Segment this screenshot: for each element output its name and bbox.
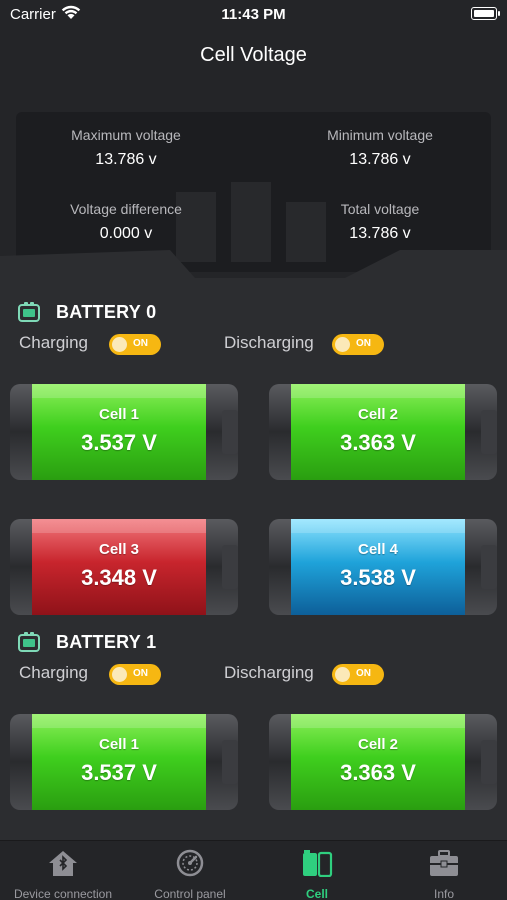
- battery-0-cell-3: Cell 3 3.348 V: [10, 517, 239, 617]
- discharging-label: Discharging: [224, 663, 314, 682]
- page-title: Cell Voltage: [200, 44, 307, 66]
- battery-0-name: BATTERY 0: [56, 301, 157, 322]
- min-voltage-value: 13.786 v: [349, 151, 411, 168]
- cell-voltage: 3.363 V: [340, 430, 416, 455]
- cell-name: Cell 1: [98, 736, 140, 753]
- battery-1-header: BATTERY 1: [18, 630, 156, 654]
- total-voltage-value: 13.786 v: [349, 225, 411, 242]
- tab-label: Info: [433, 887, 454, 900]
- battery-pack-icon: [18, 632, 40, 652]
- max-voltage-label: Maximum voltage: [71, 127, 181, 143]
- cell-name: Cell 3: [98, 541, 140, 558]
- cell-name: Cell 2: [357, 736, 399, 753]
- battery-0-cell-4: Cell 4 3.538 V: [269, 517, 498, 617]
- voltage-difference-stat: Voltage difference 0.000 v: [26, 201, 226, 243]
- status-time: 11:43 PM: [221, 6, 286, 23]
- toggle-knob: [112, 337, 127, 352]
- battery-1-cell-2: Cell 2 3.363 V: [269, 712, 498, 812]
- cell-voltage-screen: Carrier 11:43 PM Cell Voltage Maximum vo…: [0, 0, 507, 900]
- status-bar: Carrier 11:43 PM: [0, 0, 507, 30]
- cell-name: Cell 1: [98, 406, 140, 423]
- toggle-knob: [335, 337, 350, 352]
- tab-cell[interactable]: Cell: [254, 841, 380, 900]
- toggle-state: ON: [356, 338, 371, 349]
- battery-0-cell-1: Cell 1 3.537 V: [10, 382, 239, 482]
- cell-voltage: 3.538 V: [340, 565, 416, 590]
- tab-control-panel[interactable]: Control panel: [127, 841, 253, 900]
- min-voltage-label: Minimum voltage: [327, 127, 433, 143]
- tab-label: Device connection: [13, 887, 113, 900]
- charging-label: Charging: [19, 333, 88, 352]
- device-battery-icon: [471, 7, 500, 20]
- battery-1-name: BATTERY 1: [56, 631, 157, 652]
- tab-device-connection[interactable]: Device connection: [0, 841, 126, 900]
- battery-1-cell-1: Cell 1 3.537 V: [10, 712, 239, 812]
- max-voltage-value: 13.786 v: [95, 151, 157, 168]
- cell-voltage: 3.537 V: [81, 760, 157, 785]
- max-voltage-stat: Maximum voltage 13.786 v: [26, 127, 226, 169]
- cell-voltage: 3.537 V: [81, 430, 157, 455]
- home-bluetooth-icon: [49, 851, 77, 876]
- discharging-label: Discharging: [224, 333, 314, 352]
- battery-0-charging-toggle[interactable]: ON: [109, 334, 161, 355]
- toggle-knob: [112, 667, 127, 682]
- toggle-knob: [335, 667, 350, 682]
- battery-1-charging-toggle[interactable]: ON: [109, 664, 161, 685]
- min-voltage-stat: Minimum voltage 13.786 v: [280, 127, 480, 169]
- battery-0-switches: Charging ON Discharging ON: [19, 333, 489, 355]
- battery-pack-icon: [18, 302, 40, 322]
- tab-info[interactable]: Info: [381, 841, 507, 900]
- toggle-state: ON: [356, 668, 371, 679]
- tab-label: Control panel: [154, 887, 226, 900]
- charging-label: Charging: [19, 663, 88, 682]
- battery-0-discharging-toggle[interactable]: ON: [332, 334, 384, 355]
- cell-voltage: 3.363 V: [340, 760, 416, 785]
- cell-name: Cell 4: [357, 541, 399, 558]
- voltage-difference-label: Voltage difference: [70, 201, 182, 217]
- battery-0-cell-2: Cell 2 3.363 V: [269, 382, 498, 482]
- toggle-state: ON: [133, 668, 148, 679]
- battery-list[interactable]: BATTERY 0 Charging ON Discharging ON Cel…: [0, 250, 507, 840]
- voltage-difference-value: 0.000 v: [99, 225, 153, 242]
- briefcase-icon: [430, 850, 458, 876]
- gauge-icon: [176, 849, 204, 877]
- battery-0-header: BATTERY 0: [18, 300, 156, 324]
- battery-1-discharging-toggle[interactable]: ON: [332, 664, 384, 685]
- battery-1-switches: Charging ON Discharging ON: [19, 663, 489, 685]
- battery-cell-icon: [303, 850, 333, 877]
- toggle-state: ON: [133, 338, 148, 349]
- tab-bar: Device connection Control panel Cell Inf…: [0, 840, 507, 900]
- tab-label: Cell: [305, 887, 328, 900]
- cell-name: Cell 2: [357, 406, 399, 423]
- cell-voltage: 3.348 V: [81, 565, 157, 590]
- voltage-summary-card: Maximum voltage 13.786 v Minimum voltage…: [16, 112, 491, 272]
- total-voltage-stat: Total voltage 13.786 v: [280, 201, 480, 243]
- total-voltage-label: Total voltage: [340, 201, 420, 217]
